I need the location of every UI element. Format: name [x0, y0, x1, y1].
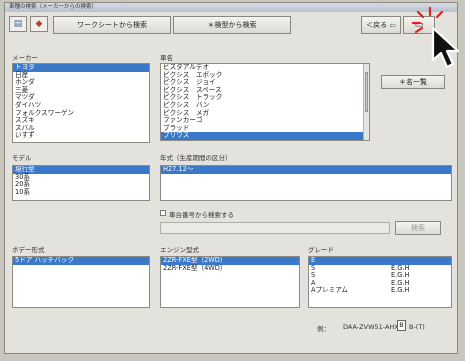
- example-box: B: [397, 320, 406, 331]
- list-item[interactable]: いすず: [13, 132, 149, 140]
- chassis-search-button[interactable]: 検索: [395, 221, 441, 235]
- grade-row[interactable]: E: [309, 257, 451, 265]
- chassis-number-input[interactable]: [160, 222, 390, 234]
- list-item[interactable]: ホンダ: [13, 79, 149, 87]
- list-item[interactable]: 20系: [13, 181, 149, 189]
- worksheet-icon-button[interactable]: ▤: [9, 16, 27, 32]
- grade-row[interactable]: Aプレミアム E.G.H: [309, 287, 451, 295]
- list-item[interactable]: ファンカーゴ: [161, 117, 369, 125]
- worksheet-search-button[interactable]: ワークシートから検索: [53, 16, 171, 34]
- list-all-button[interactable]: ＊名一覧: [381, 75, 445, 89]
- grade-label: グレード: [308, 246, 334, 254]
- scrollbar-thumb[interactable]: [365, 72, 368, 112]
- model-label: モデル: [12, 154, 32, 162]
- chassis-search-label: 車台番号から検索する: [169, 211, 234, 219]
- list-item[interactable]: トヨタ: [13, 64, 149, 72]
- year-list[interactable]: H27.12～: [160, 165, 452, 201]
- grade-code: E.G.H: [391, 286, 410, 295]
- model-search-button[interactable]: ＊検型から検索: [173, 16, 291, 34]
- tag-icon-button[interactable]: ◆: [30, 16, 48, 32]
- scrollbar[interactable]: [363, 64, 369, 140]
- grade-list[interactable]: E S E.G.H S E.G.H A E.G.H Aプレミアム E.G.H: [308, 256, 452, 308]
- model-list[interactable]: 現行型 30系 20系 10系: [12, 165, 150, 201]
- back-label: ＜戻る: [366, 21, 388, 29]
- car-name-list[interactable]: ビスタアルデオ ピクシス エポック ピクシス ジョイ ピクシス スペース ピクシ…: [160, 63, 370, 141]
- year-label: 年式（生産期間の区分）: [160, 154, 232, 162]
- maker-label: メーカー: [12, 54, 38, 62]
- list-item[interactable]: プリウス: [161, 132, 369, 140]
- list-item[interactable]: ブラッド: [161, 124, 369, 133]
- maker-list[interactable]: トヨタ 日産 ホンダ 三菱 マツダ ダイハツ フォルクスワーゲン スズキ スバル…: [12, 63, 150, 143]
- list-item[interactable]: 2ZR-FXE型（4WD）: [161, 264, 299, 273]
- example-suffix: B-(T): [409, 323, 425, 331]
- example-code: DAA-ZVW51-AHX: [343, 323, 399, 331]
- grade-name: S: [311, 263, 316, 272]
- list-item[interactable]: 30系: [13, 173, 149, 182]
- folder-icon: ▤: [13, 19, 23, 29]
- grade-name: E: [311, 256, 316, 264]
- tag-icon: ◆: [35, 19, 43, 29]
- search-window: 車種の検索（メーカーからの検索） ▤ ◆ ワークシートから検索 ＊検型から検索 …: [4, 2, 458, 354]
- list-item[interactable]: 10系: [13, 188, 149, 197]
- grade-row[interactable]: S E.G.H: [309, 263, 451, 273]
- chassis-search-checkbox[interactable]: [160, 210, 166, 216]
- engine-label: エンジン型式: [160, 246, 199, 254]
- mouse-pointer-icon: [431, 26, 460, 69]
- back-button[interactable]: ＜戻る ⇦: [361, 16, 401, 34]
- list-item[interactable]: 5ドア ハッチバック: [13, 257, 149, 265]
- grade-name: Aプレミアム: [311, 286, 349, 295]
- list-item[interactable]: H27.12～: [161, 166, 451, 174]
- list-item[interactable]: 現行型: [13, 166, 149, 174]
- engine-list[interactable]: 2ZR-FXE型（2WD） 2ZR-FXE型（4WD）: [160, 256, 300, 308]
- body-type-list[interactable]: 5ドア ハッチバック: [12, 256, 150, 308]
- example-label: 例：: [317, 325, 330, 333]
- grade-name: S: [311, 271, 316, 280]
- car-name-label: 車名: [160, 54, 173, 62]
- arrow-left-icon: ⇦: [389, 20, 396, 30]
- body-type-label: ボデー形式: [12, 246, 45, 254]
- window-title: 車種の検索（メーカーからの検索）: [5, 3, 457, 12]
- grade-row[interactable]: S E.G.H: [309, 272, 451, 280]
